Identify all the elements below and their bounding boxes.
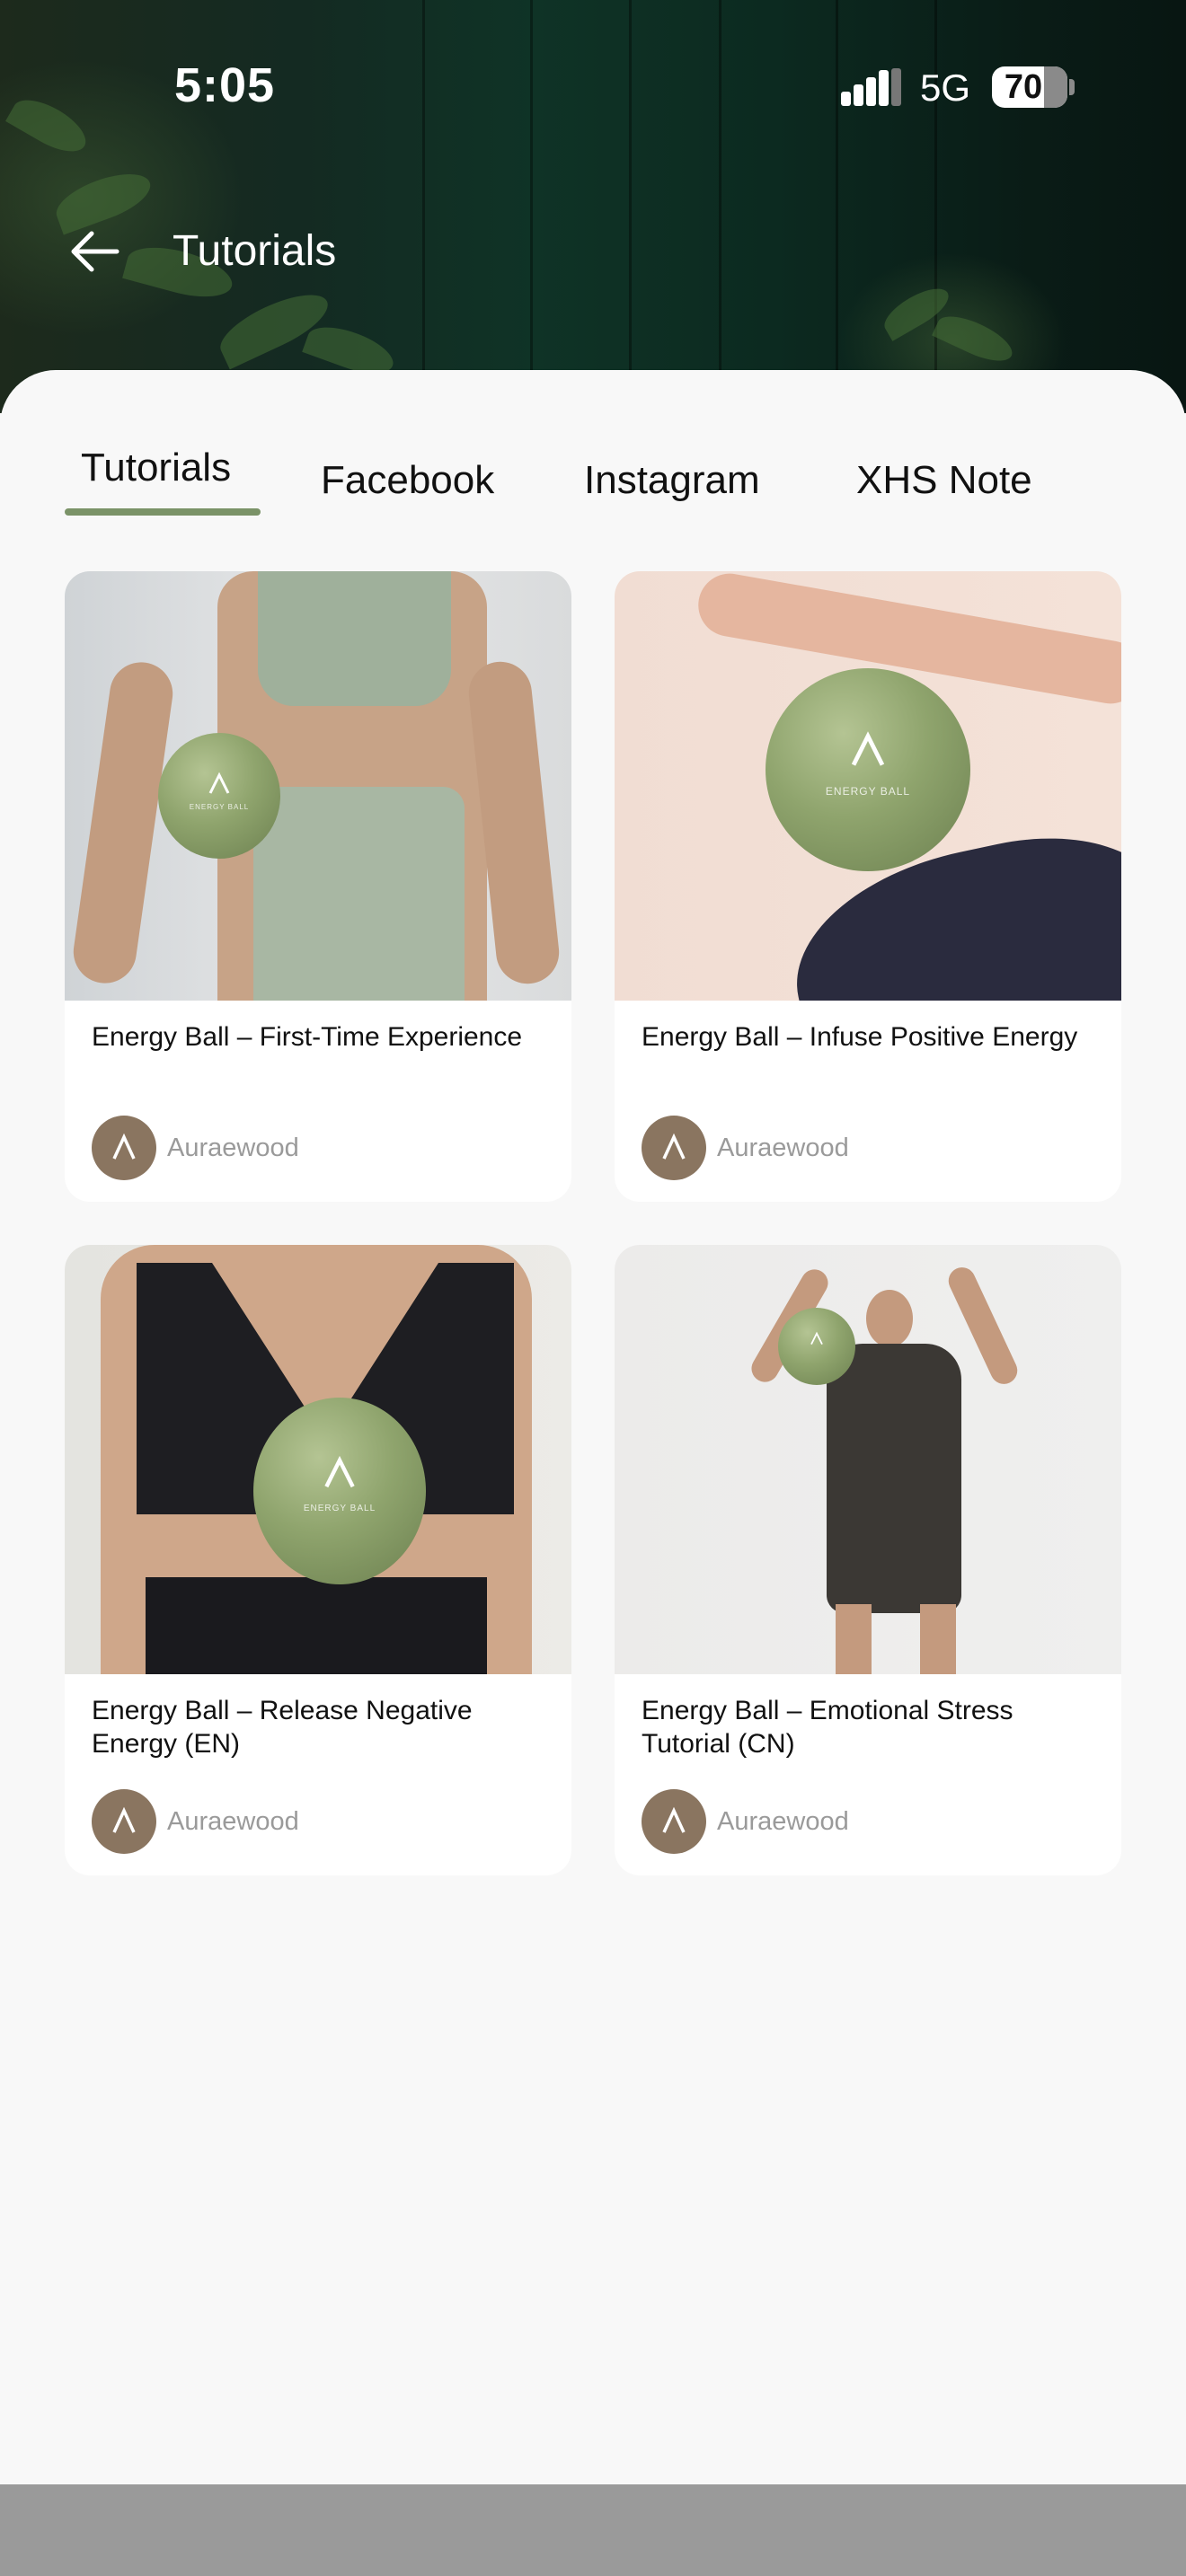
tutorial-thumbnail: ENERGY BALL — [65, 571, 571, 1001]
active-tab-indicator — [65, 508, 261, 516]
status-time: 5:05 — [174, 58, 276, 112]
tutorial-card[interactable]: ENERGY BALL Energy Ball – First-Time Exp… — [65, 571, 571, 1202]
brand-logo-icon — [112, 1133, 136, 1160]
tutorial-title: Energy Ball – First-Time Experience — [92, 1022, 523, 1052]
brand-logo-icon — [851, 731, 885, 767]
tutorial-card[interactable]: Energy Ball – Emotional Stress Tutorial … — [615, 1245, 1121, 1875]
author-avatar — [92, 1116, 156, 1180]
brand-logo-icon — [324, 1456, 355, 1488]
tutorial-card[interactable]: ENERGY BALL Energy Ball – Release Negati… — [65, 1245, 571, 1875]
brand-logo-icon — [810, 1331, 823, 1345]
back-button[interactable] — [66, 223, 124, 280]
author-avatar — [92, 1789, 156, 1854]
tutorial-title: Energy Ball – Emotional Stress Tutorial … — [642, 1696, 1013, 1759]
product-mark-text: ENERGY BALL — [825, 785, 911, 798]
cellular-signal-icon — [841, 68, 901, 106]
tutorial-card[interactable]: ENERGY BALL Energy Ball – Infuse Positiv… — [615, 571, 1121, 1202]
product-mark-text: ENERGY BALL — [303, 1504, 376, 1513]
author-name: Auraewood — [167, 1134, 299, 1162]
brand-logo-icon — [112, 1806, 136, 1833]
arrow-left-icon — [71, 231, 119, 272]
battery-icon: 70 — [992, 66, 1067, 108]
author-avatar — [642, 1116, 706, 1180]
tutorial-title: Energy Ball – Infuse Positive Energy — [642, 1022, 1078, 1052]
battery-nub — [1069, 79, 1075, 95]
tab-tutorials[interactable]: Tutorials — [81, 446, 231, 490]
brand-logo-icon — [662, 1806, 686, 1833]
author-name: Auraewood — [717, 1807, 849, 1836]
author-avatar — [642, 1789, 706, 1854]
brand-logo-icon — [662, 1133, 686, 1160]
status-bar: 5:05 5G 70 — [0, 0, 1186, 171]
tutorial-thumbnail — [615, 1245, 1121, 1674]
tutorial-thumbnail: ENERGY BALL — [65, 1245, 571, 1674]
bottom-bar — [0, 2484, 1186, 2576]
tab-instagram[interactable]: Instagram — [584, 458, 760, 503]
author-name: Auraewood — [717, 1134, 849, 1162]
page-title: Tutorials — [173, 227, 337, 275]
tutorial-thumbnail: ENERGY BALL — [615, 571, 1121, 1001]
brand-logo-icon — [208, 772, 230, 794]
tutorial-title: Energy Ball – Release Negative Energy (E… — [92, 1696, 473, 1759]
tab-xhs-note[interactable]: XHS Note — [856, 458, 1032, 503]
author-name: Auraewood — [167, 1807, 299, 1836]
battery-percent: 70 — [1004, 68, 1043, 106]
network-type: 5G — [920, 66, 971, 109]
product-mark-text: ENERGY BALL — [189, 803, 250, 811]
tab-facebook[interactable]: Facebook — [321, 458, 494, 503]
